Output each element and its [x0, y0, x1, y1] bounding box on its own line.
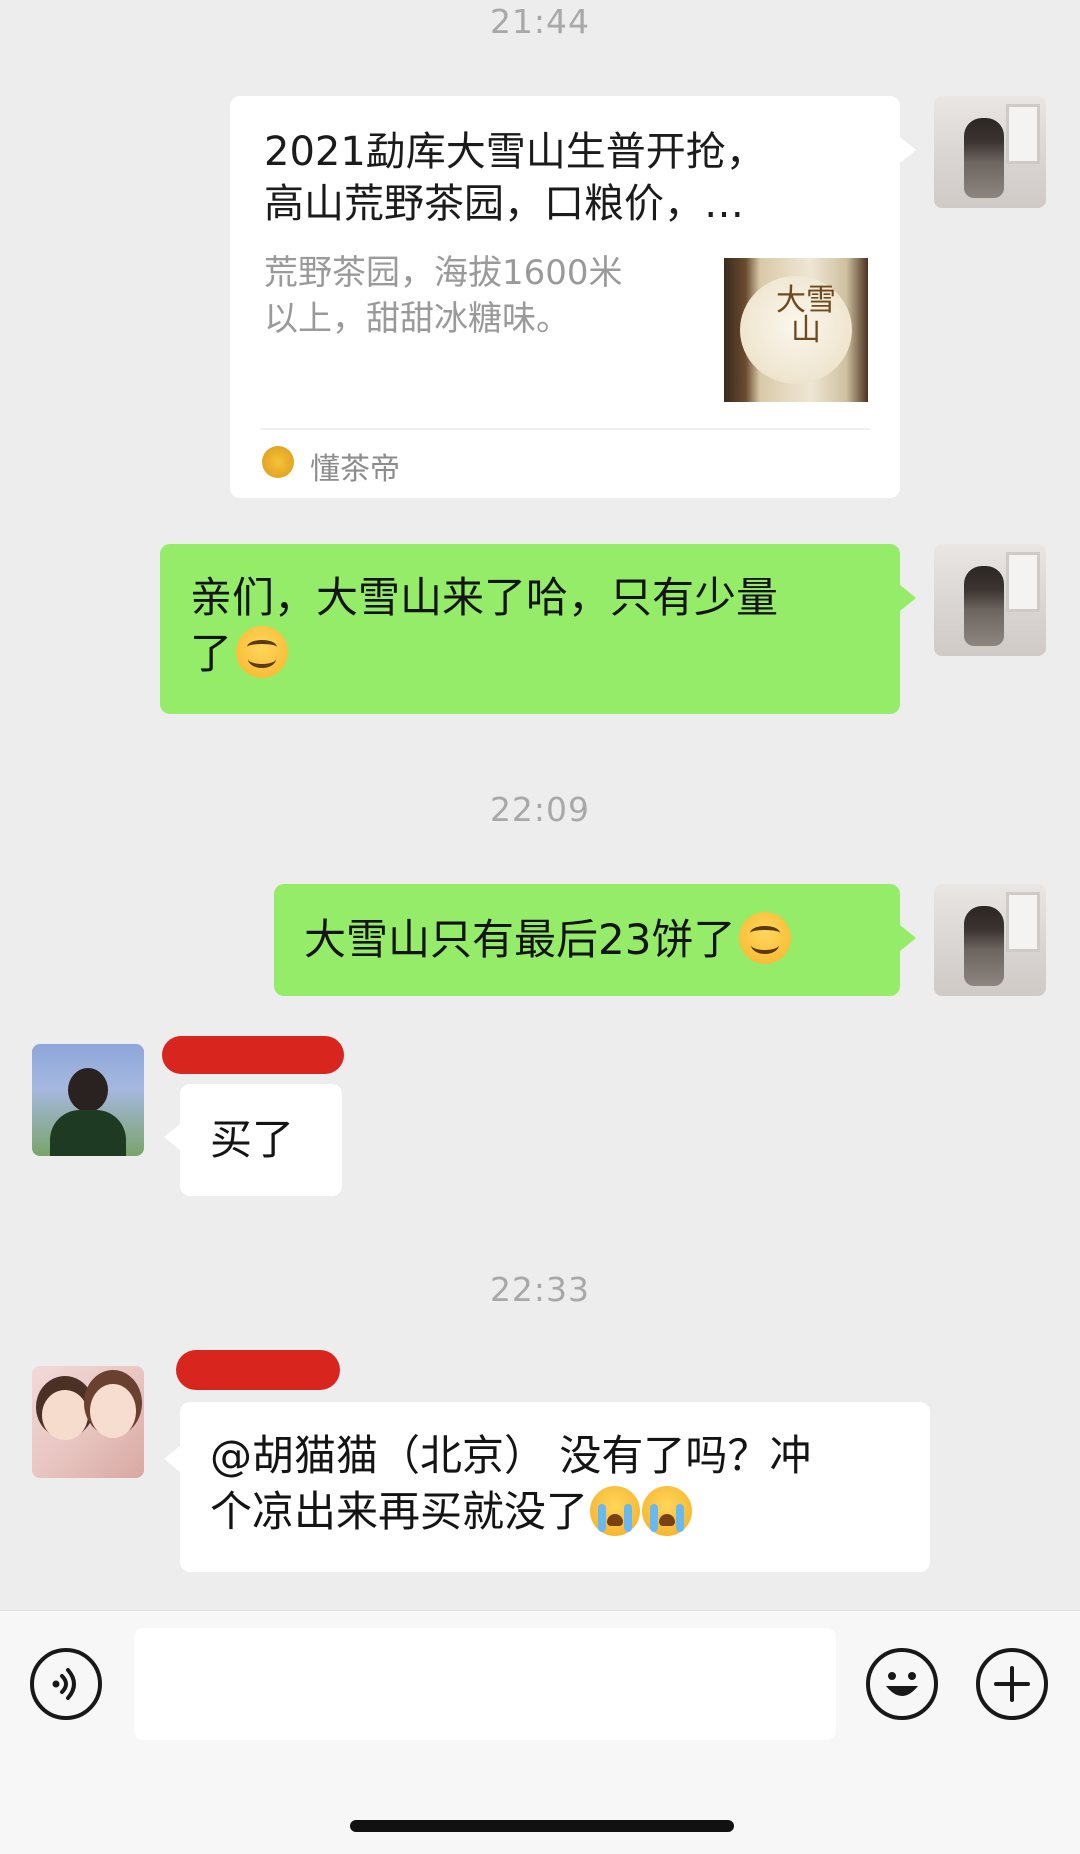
link-card-thumbnail: 大雪山	[724, 258, 868, 402]
self-message-bubble[interactable]: 大雪山只有最后23饼了	[274, 884, 900, 996]
contact-message-bubble[interactable]: @胡猫猫（北京） 没有了吗？冲 个凉出来再买就没了	[180, 1402, 930, 1572]
contact-avatar[interactable]	[32, 1044, 144, 1156]
crying-emoji-icon	[642, 1486, 693, 1536]
contact-message-line-1: @胡猫猫（北京） 没有了吗？冲	[210, 1431, 812, 1480]
home-indicator[interactable]	[350, 1820, 734, 1832]
source-logo-icon	[262, 446, 294, 478]
avatar-body	[50, 1110, 126, 1156]
self-message-text: 大雪山只有最后23饼了	[304, 915, 736, 964]
chat-screen: 21:44 2021勐库大雪山生普开抢， 高山荒野茶园，口粮价，… 荒野茶园，海…	[0, 0, 1080, 1854]
link-card-source: 懂茶帝	[310, 452, 400, 487]
link-card-title-line-1: 2021勐库大雪山生普开抢，	[264, 129, 766, 175]
message-input[interactable]	[134, 1628, 836, 1740]
avatar-window	[1006, 892, 1040, 952]
voice-icon	[52, 1668, 76, 1700]
bubble-tail	[900, 585, 916, 611]
crying-emoji-icon	[590, 1486, 641, 1536]
link-card-divider	[260, 428, 870, 430]
avatar-face-left	[42, 1390, 88, 1440]
more-button[interactable]	[976, 1648, 1048, 1720]
contact-message-text: 买了	[210, 1115, 295, 1164]
voice-button[interactable]	[30, 1648, 102, 1720]
redacted-sender-name	[176, 1350, 340, 1390]
emoji-button[interactable]	[866, 1648, 938, 1720]
tea-cake-seal-text: 大雪山	[776, 283, 836, 348]
avatar-person	[964, 566, 1004, 646]
link-card-desc-line-2: 以上，甜甜冰糖味。	[264, 299, 570, 339]
bubble-tail	[164, 1124, 180, 1150]
self-message-bubble[interactable]: 亲们，大雪山来了哈，只有少量 了	[160, 544, 900, 714]
bubble-tail	[900, 925, 916, 951]
timestamp: 21:44	[489, 2, 591, 41]
redacted-sender-name	[162, 1036, 344, 1074]
self-message-line-1: 亲们，大雪山来了哈，只有少量	[190, 573, 779, 622]
self-avatar[interactable]	[934, 884, 1046, 996]
self-avatar[interactable]	[934, 96, 1046, 208]
self-message-line-2: 了	[190, 629, 233, 678]
contact-avatar[interactable]	[32, 1366, 144, 1478]
bubble-tail	[900, 137, 916, 163]
timestamp: 22:09	[489, 790, 591, 829]
contact-message-bubble[interactable]: 买了	[180, 1084, 342, 1196]
avatar-person	[964, 118, 1004, 198]
emoji-icon	[886, 1672, 918, 1696]
avatar-window	[1006, 552, 1040, 612]
smile-emoji-icon	[739, 912, 792, 964]
avatar-head	[68, 1068, 108, 1112]
contact-message-line-2: 个凉出来再买就没了	[210, 1487, 589, 1536]
avatar-window	[1006, 104, 1040, 164]
self-avatar[interactable]	[934, 544, 1046, 656]
link-card-title-line-2: 高山荒野茶园，口粮价，…	[264, 181, 744, 227]
avatar-face-right	[90, 1384, 136, 1438]
bubble-tail	[164, 1446, 180, 1472]
plus-icon	[994, 1666, 1030, 1702]
link-card-desc-line-1: 荒野茶园，海拔1600米	[264, 253, 623, 293]
timestamp: 22:33	[489, 1270, 591, 1309]
avatar-person	[964, 906, 1004, 986]
link-card-message[interactable]: 2021勐库大雪山生普开抢， 高山荒野茶园，口粮价，… 荒野茶园，海拔1600米…	[230, 96, 900, 498]
smile-emoji-icon	[236, 626, 289, 678]
